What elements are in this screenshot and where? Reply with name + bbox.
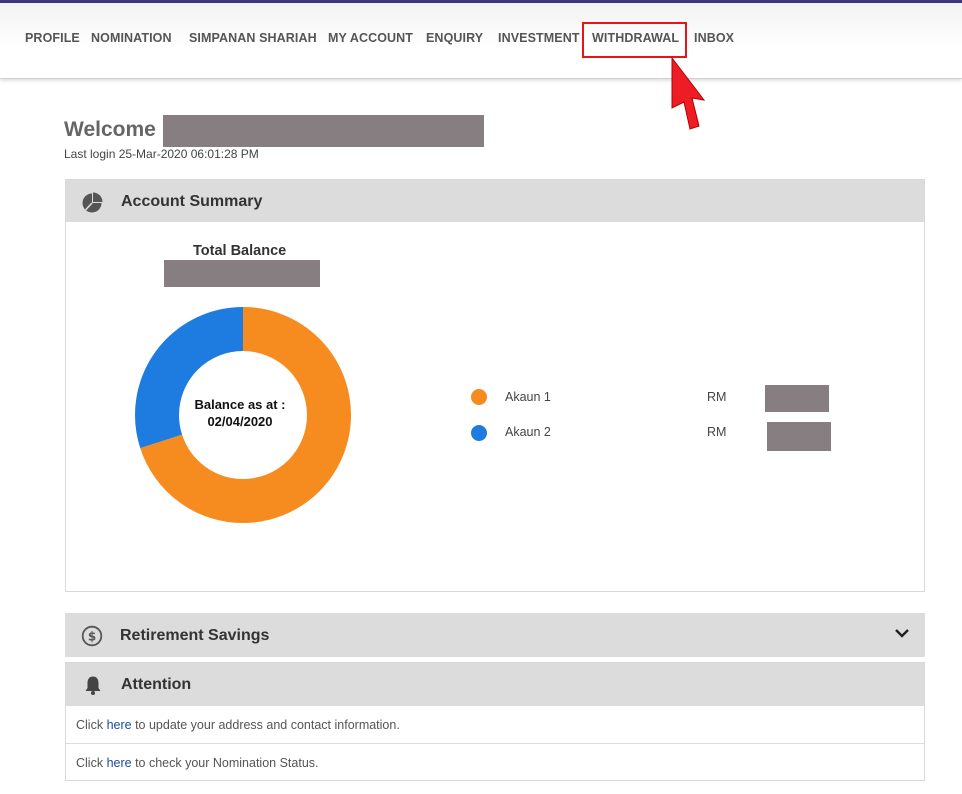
top-navbar: PROFILE NOMINATION SIMPANAN SHARIAH MY A… — [0, 3, 962, 79]
akaun-2-label: Akaun 2 — [505, 425, 551, 439]
nav-my-account[interactable]: MY ACCOUNT — [328, 31, 413, 45]
akaun-1-currency: RM — [707, 390, 727, 404]
redacted-akaun-1-amount — [765, 385, 829, 412]
attention-row-2-text: to check your Nomination Status. — [131, 756, 319, 770]
account-summary-title: Account Summary — [121, 193, 263, 210]
nav-simpanan-shariah[interactable]: SIMPANAN SHARIAH — [189, 31, 317, 45]
attention-row-address: Click here to update your address and co… — [66, 705, 924, 743]
nav-investment[interactable]: INVESTMENT — [498, 31, 580, 45]
chevron-down-icon[interactable] — [893, 624, 911, 642]
nav-profile[interactable]: PROFILE — [25, 31, 80, 45]
attention-row-1-prefix: Click — [76, 718, 107, 732]
update-address-link[interactable]: here — [107, 718, 132, 732]
redacted-total-balance — [164, 260, 320, 287]
attention-row-nomination: Click here to check your Nomination Stat… — [66, 743, 924, 781]
retirement-savings-header[interactable]: $ Retirement Savings — [65, 613, 925, 657]
redacted-name — [163, 115, 484, 147]
bell-icon — [85, 676, 101, 695]
red-arrow-cursor-icon — [671, 56, 706, 130]
nav-enquiry[interactable]: ENQUIRY — [426, 31, 483, 45]
attention-row-2-prefix: Click — [76, 756, 107, 770]
dollar-circle-icon: $ — [81, 625, 103, 647]
pie-chart-icon — [82, 192, 103, 213]
nav-inbox[interactable]: INBOX — [694, 31, 734, 45]
account-summary-header: Account Summary — [66, 180, 924, 222]
attention-header: Attention — [66, 663, 924, 705]
withdrawal-highlight-box — [582, 22, 687, 58]
attention-panel: Attention Click here to update your addr… — [65, 662, 925, 781]
total-balance-label: Total Balance — [193, 243, 287, 259]
last-login-text: Last login 25-Mar-2020 06:01:28 PM — [64, 147, 259, 161]
nav-nomination[interactable]: NOMINATION — [91, 31, 172, 45]
balance-as-at-label: Balance as at : — [194, 397, 286, 412]
welcome-heading: Welcome — [64, 118, 156, 141]
akaun-1-legend-dot — [471, 389, 487, 405]
svg-text:$: $ — [88, 630, 96, 644]
akaun-2-legend-dot — [471, 425, 487, 441]
retirement-savings-panel[interactable]: $ Retirement Savings — [65, 613, 925, 657]
donut-center-label: Balance as at : 02/04/2020 — [178, 396, 302, 430]
akaun-2-currency: RM — [707, 425, 727, 439]
attention-title: Attention — [121, 676, 192, 693]
akaun-1-label: Akaun 1 — [505, 390, 551, 404]
nomination-status-link[interactable]: here — [107, 756, 132, 770]
retirement-savings-title: Retirement Savings — [120, 627, 270, 644]
attention-row-1-text: to update your address and contact infor… — [131, 718, 400, 732]
balance-date: 02/04/2020 — [207, 414, 273, 429]
redacted-akaun-2-amount — [767, 422, 831, 451]
